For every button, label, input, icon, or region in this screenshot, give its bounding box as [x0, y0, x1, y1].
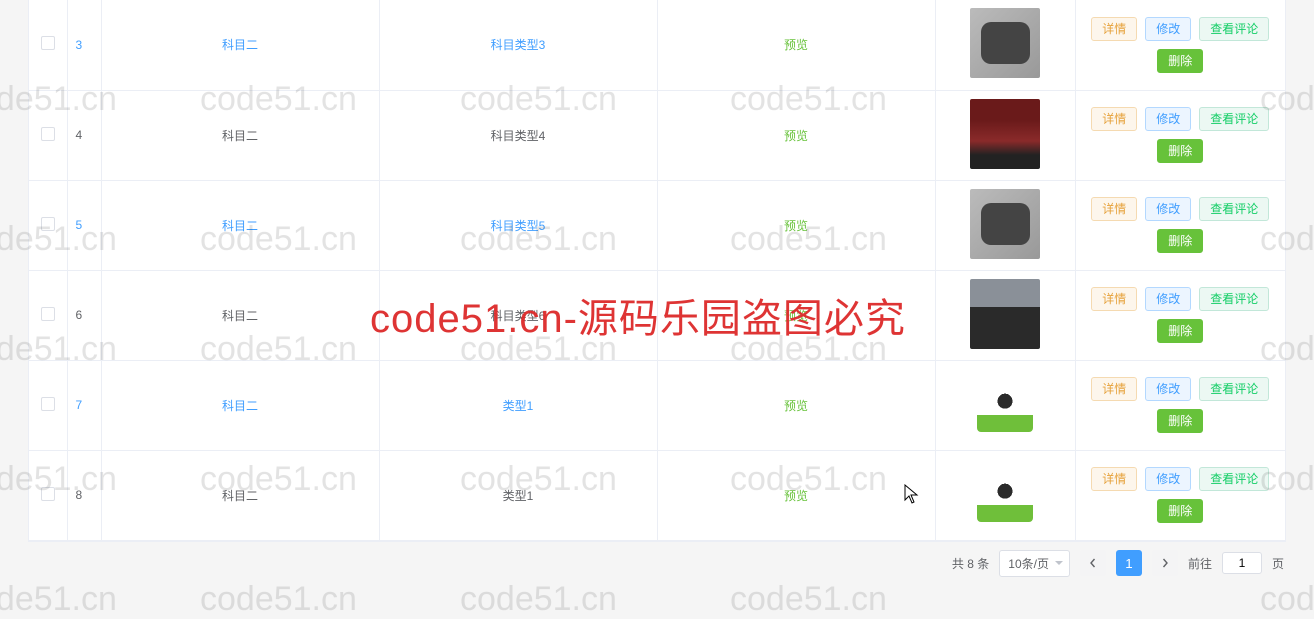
- watermark-small: code51.cn: [730, 580, 887, 619]
- subject-link: 科目二: [222, 489, 258, 503]
- row-checkbox[interactable]: [41, 307, 55, 321]
- detail-button[interactable]: 详情: [1091, 377, 1137, 401]
- detail-button[interactable]: 详情: [1091, 467, 1137, 491]
- row-id[interactable]: 3: [76, 38, 83, 52]
- preview-link[interactable]: 预览: [784, 489, 808, 503]
- subject-link: 科目二: [222, 309, 258, 323]
- table-row: 7 科目二 类型1 预览 详情 修改 查看评论 删除: [29, 360, 1285, 450]
- chevron-left-icon: [1088, 558, 1098, 568]
- type-link: 类型1: [503, 489, 534, 503]
- delete-button[interactable]: 删除: [1157, 49, 1203, 73]
- type-link[interactable]: 科目类型3: [491, 38, 546, 52]
- detail-button[interactable]: 详情: [1091, 107, 1137, 131]
- detail-button[interactable]: 详情: [1091, 287, 1137, 311]
- type-link: 科目类型6: [491, 309, 546, 323]
- edit-button[interactable]: 修改: [1145, 467, 1191, 491]
- row-checkbox[interactable]: [41, 36, 55, 50]
- view-comments-button[interactable]: 查看评论: [1199, 287, 1269, 311]
- view-comments-button[interactable]: 查看评论: [1199, 377, 1269, 401]
- pagination-bar: 共 8 条 10条/页 1 前往 页: [0, 542, 1314, 585]
- row-id: 8: [76, 488, 83, 502]
- table-row: 4 科目二 科目类型4 预览 详情 修改 查看评论 删除: [29, 90, 1285, 180]
- thumbnail-image[interactable]: [970, 189, 1040, 259]
- detail-button[interactable]: 详情: [1091, 17, 1137, 41]
- edit-button[interactable]: 修改: [1145, 107, 1191, 131]
- preview-link[interactable]: 预览: [784, 399, 808, 413]
- page-size-select[interactable]: 10条/页: [999, 550, 1070, 577]
- row-id[interactable]: 5: [76, 218, 83, 232]
- preview-link[interactable]: 预览: [784, 219, 808, 233]
- view-comments-button[interactable]: 查看评论: [1199, 17, 1269, 41]
- subject-link[interactable]: 科目二: [222, 399, 258, 413]
- preview-link[interactable]: 预览: [784, 309, 808, 323]
- thumbnail-image[interactable]: [970, 279, 1040, 349]
- table-row: 3 科目二 科目类型3 预览 详情 修改 查看评论 删除: [29, 0, 1285, 90]
- type-link[interactable]: 类型1: [503, 399, 534, 413]
- subject-link[interactable]: 科目二: [222, 219, 258, 233]
- view-comments-button[interactable]: 查看评论: [1199, 197, 1269, 221]
- page-suffix-label: 页: [1272, 555, 1284, 572]
- watermark-small: code51.cn: [0, 580, 117, 619]
- row-checkbox[interactable]: [41, 127, 55, 141]
- type-link: 科目类型4: [491, 129, 546, 143]
- thumbnail-image[interactable]: [970, 459, 1040, 529]
- row-id: 4: [76, 128, 83, 142]
- row-checkbox[interactable]: [41, 397, 55, 411]
- subject-link: 科目二: [222, 129, 258, 143]
- total-count: 共 8 条: [952, 555, 989, 572]
- edit-button[interactable]: 修改: [1145, 377, 1191, 401]
- table-row: 5 科目二 科目类型5 预览 详情 修改 查看评论 删除: [29, 180, 1285, 270]
- delete-button[interactable]: 删除: [1157, 319, 1203, 343]
- watermark-small: code51.cn: [460, 580, 617, 619]
- table-row: 6 科目二 科目类型6 预览 详情 修改 查看评论 删除: [29, 270, 1285, 360]
- view-comments-button[interactable]: 查看评论: [1199, 467, 1269, 491]
- view-comments-button[interactable]: 查看评论: [1199, 107, 1269, 131]
- row-id[interactable]: 7: [76, 398, 83, 412]
- row-checkbox[interactable]: [41, 487, 55, 501]
- watermark-small: code51.cn: [200, 580, 357, 619]
- watermark-small: code51.cn: [1260, 580, 1314, 619]
- delete-button[interactable]: 删除: [1157, 139, 1203, 163]
- jump-page-input[interactable]: [1222, 552, 1262, 574]
- page-number-button[interactable]: 1: [1116, 550, 1142, 576]
- goto-label: 前往: [1188, 555, 1212, 572]
- delete-button[interactable]: 删除: [1157, 499, 1203, 523]
- table-row: 8 科目二 类型1 预览 详情 修改 查看评论 删除: [29, 450, 1285, 540]
- detail-button[interactable]: 详情: [1091, 197, 1137, 221]
- edit-button[interactable]: 修改: [1145, 287, 1191, 311]
- delete-button[interactable]: 删除: [1157, 229, 1203, 253]
- thumbnail-image[interactable]: [970, 8, 1040, 78]
- row-checkbox[interactable]: [41, 217, 55, 231]
- next-page-button[interactable]: [1152, 550, 1178, 576]
- type-link[interactable]: 科目类型5: [491, 219, 546, 233]
- preview-link[interactable]: 预览: [784, 38, 808, 52]
- thumbnail-image[interactable]: [970, 99, 1040, 169]
- edit-button[interactable]: 修改: [1145, 17, 1191, 41]
- preview-link[interactable]: 预览: [784, 129, 808, 143]
- delete-button[interactable]: 删除: [1157, 409, 1203, 433]
- edit-button[interactable]: 修改: [1145, 197, 1191, 221]
- thumbnail-image[interactable]: [970, 369, 1040, 439]
- data-table: 3 科目二 科目类型3 预览 详情 修改 查看评论 删除 4 科目二 科目类型4…: [28, 0, 1286, 542]
- prev-page-button[interactable]: [1080, 550, 1106, 576]
- row-id: 6: [76, 308, 83, 322]
- chevron-right-icon: [1160, 558, 1170, 568]
- subject-link[interactable]: 科目二: [222, 38, 258, 52]
